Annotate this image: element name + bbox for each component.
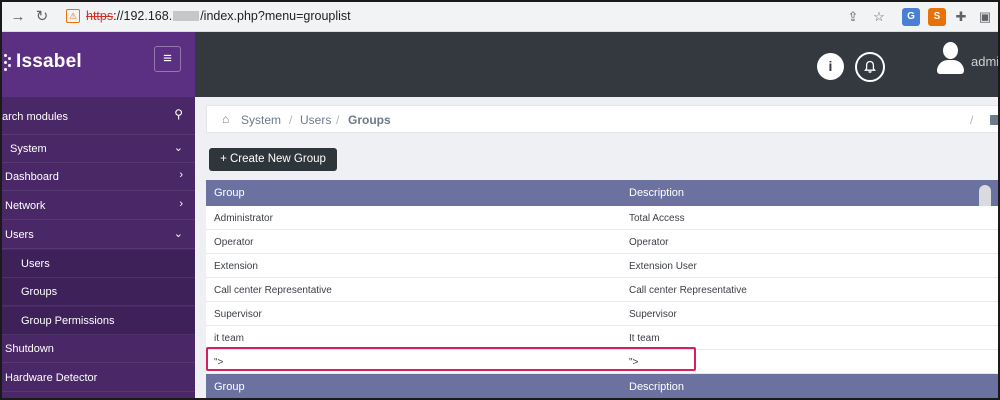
url-host: ://192.168.	[113, 9, 173, 23]
sidebar-item-dashboard[interactable]: Dashboard ›	[2, 163, 195, 191]
sidebar-item-label: Network	[5, 200, 46, 212]
logo-area: Issabel ≡	[2, 32, 195, 97]
user-name[interactable]: admi	[971, 54, 998, 69]
chevron-down-icon: ⌄	[173, 228, 183, 240]
sidebar: arch modules ⚲ System ⌄ Dashboard › Netw…	[2, 97, 195, 398]
cell-description: Total Access	[629, 213, 685, 224]
sidebar-toggle-icon[interactable]: ▣	[976, 8, 994, 26]
info-icon[interactable]: i	[817, 53, 844, 80]
sidebar-subitem-group-permissions[interactable]: Group Permissions	[2, 307, 195, 335]
sidebar-subitem-users[interactable]: Users	[2, 250, 195, 278]
cell-group[interactable]: Extension	[214, 261, 258, 272]
groups-table: Group Description Administrator Total Ac…	[206, 180, 998, 398]
extension-orange-icon[interactable]: S	[928, 8, 946, 26]
column-header-group[interactable]: Group	[214, 187, 245, 199]
screenshot-frame: → ↻ ⚠ https://192.168. /index.php?menu=gr…	[0, 0, 1000, 400]
chevron-right-icon: ›	[179, 169, 183, 181]
search-modules-label: arch modules	[2, 111, 69, 123]
sidebar-item-label: Users	[5, 229, 34, 241]
bell-glyph	[864, 60, 876, 73]
sidebar-item-label: Shutdown	[5, 343, 54, 355]
not-secure-icon[interactable]: ⚠	[66, 9, 80, 23]
column-header-description[interactable]: Description	[629, 187, 684, 199]
breadcrumb: ⌂ System / Users / Groups /	[206, 105, 998, 133]
table-row[interactable]: Operator Operator	[206, 230, 998, 254]
sidebar-item-system[interactable]: System ⌄	[2, 135, 195, 163]
sidebar-item-users[interactable]: Users ⌄	[2, 221, 195, 249]
breadcrumb-separator: /	[336, 113, 340, 127]
cell-description: Operator	[629, 237, 669, 248]
table-row[interactable]: Supervisor Supervisor	[206, 302, 998, 326]
cell-group[interactable]: Supervisor	[214, 309, 262, 320]
sidebar-item-label: System	[10, 143, 47, 155]
search-icon[interactable]: ⚲	[174, 107, 183, 121]
folder-icon[interactable]	[990, 115, 998, 125]
url-path: /index.php?menu=grouplist	[200, 9, 351, 23]
cell-group[interactable]: it team	[214, 333, 244, 344]
address-bar[interactable]: ⚠ https://192.168. /index.php?menu=groupl…	[58, 6, 928, 28]
cell-description: Call center Representative	[629, 285, 747, 296]
sidebar-item-network[interactable]: Network ›	[2, 192, 195, 220]
breadcrumb-users[interactable]: Users	[300, 113, 331, 127]
top-navbar: i admi	[195, 32, 998, 97]
puzzle-icon[interactable]: ✚	[952, 8, 970, 26]
cell-description: Extension User	[629, 261, 697, 272]
breadcrumb-system[interactable]: System	[241, 113, 281, 127]
main-content: ⌂ System / Users / Groups / + Create New…	[195, 97, 998, 398]
share-icon[interactable]: ⇪	[844, 8, 862, 26]
table-header: Group Description	[206, 180, 998, 215]
logo-text: Issabel	[16, 51, 82, 72]
table-row[interactable]: "> ">	[206, 350, 998, 374]
cell-description: ">	[629, 357, 639, 368]
translate-extension-icon[interactable]: G	[902, 8, 920, 26]
reload-icon[interactable]: ↻	[32, 7, 52, 27]
url-text: https://192.168. /index.php?menu=grouplis…	[86, 9, 351, 23]
column-footer-description: Description	[629, 381, 685, 393]
bell-icon[interactable]	[855, 52, 885, 82]
table-row[interactable]: Call center Representative Call center R…	[206, 278, 998, 302]
browser-toolbar: → ↻ ⚠ https://192.168. /index.php?menu=gr…	[2, 2, 998, 32]
cell-group[interactable]: Operator	[214, 237, 253, 248]
sidebar-item-label: Groups	[21, 286, 58, 298]
table-footer-header: Group Description	[206, 374, 998, 398]
sidebar-search[interactable]: arch modules ⚲	[2, 97, 195, 135]
sidebar-item-label: Users	[21, 258, 50, 270]
chevron-down-icon: ⌄	[173, 142, 183, 154]
breadcrumb-separator: /	[970, 113, 974, 127]
arrow-left-icon[interactable]: →	[8, 7, 28, 27]
sidebar-item-label: Dashboard	[5, 171, 59, 183]
table-row[interactable]: Extension Extension User	[206, 254, 998, 278]
sidebar-item-hardware-detector[interactable]: Hardware Detector	[2, 364, 195, 392]
sidebar-item-label: Hardware Detector	[5, 372, 98, 384]
breadcrumb-separator: /	[289, 113, 293, 127]
breadcrumb-groups: Groups	[348, 113, 391, 127]
cell-group[interactable]: ">	[214, 357, 223, 368]
column-footer-group: Group	[214, 381, 245, 393]
url-redaction	[173, 11, 200, 21]
table-row[interactable]: it team It team	[206, 326, 998, 350]
cell-group[interactable]: Call center Representative	[214, 285, 332, 296]
cell-description: Supervisor	[629, 309, 677, 320]
url-scheme: https	[86, 9, 114, 23]
star-icon[interactable]: ☆	[870, 8, 888, 26]
table-row[interactable]: Administrator Total Access	[206, 206, 998, 230]
sidebar-item-shutdown[interactable]: Shutdown	[2, 335, 195, 363]
cell-group[interactable]: Administrator	[214, 213, 273, 224]
avatar[interactable]	[935, 42, 965, 78]
logo-icon	[4, 54, 12, 72]
sidebar-subitem-groups[interactable]: Groups	[2, 278, 195, 306]
hamburger-icon[interactable]: ≡	[154, 46, 181, 72]
create-new-group-button[interactable]: + Create New Group	[209, 148, 337, 171]
cell-description: It team	[629, 333, 660, 344]
chevron-right-icon: ›	[179, 198, 183, 210]
sidebar-item-label: Group Permissions	[21, 315, 115, 327]
home-icon[interactable]: ⌂	[222, 112, 229, 126]
